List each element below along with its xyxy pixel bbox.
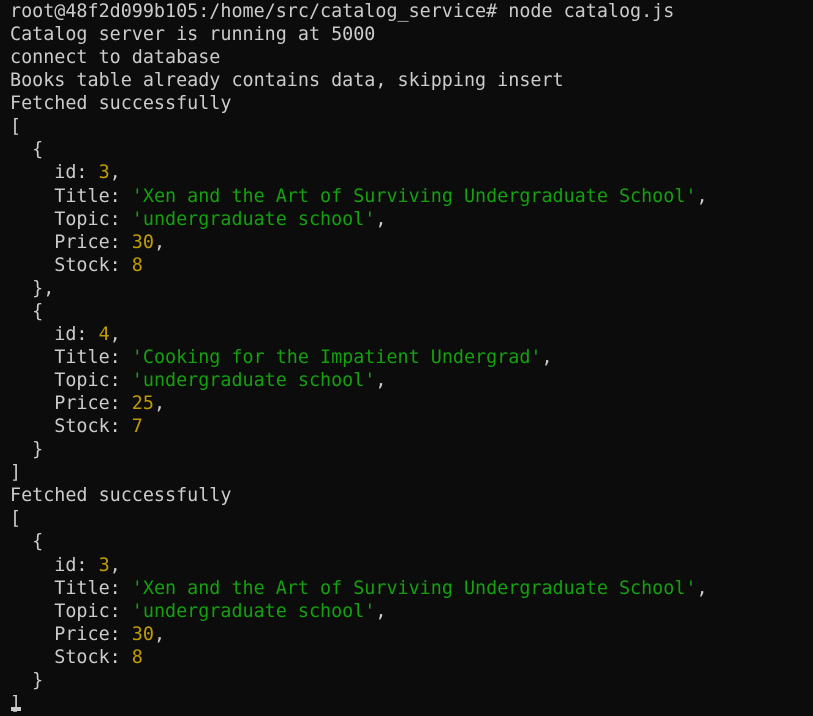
terminal-text-segment: Topic: xyxy=(10,600,132,622)
terminal-text-segment: Books table already contains data, skipp… xyxy=(10,70,564,92)
terminal-text-segment: 8 xyxy=(131,646,143,668)
terminal-line: Title: 'Xen and the Art of Surviving Und… xyxy=(10,185,813,208)
terminal-text-segment: 25 xyxy=(131,393,154,415)
terminal-text-segment: 'Xen and the Art of Surviving Undergradu… xyxy=(131,185,697,207)
terminal-line: id: 4, xyxy=(10,323,813,346)
terminal-text-segment: connect to database xyxy=(10,47,221,69)
terminal-text-segment: 7 xyxy=(131,416,143,438)
terminal-text-segment: , xyxy=(375,600,387,622)
terminal-line: [ xyxy=(10,507,813,530)
terminal-line: Stock: 8 xyxy=(10,646,813,669)
terminal-text-segment: 3 xyxy=(98,554,110,576)
terminal-line: Title: 'Cooking for the Impatient Underg… xyxy=(10,346,813,369)
terminal-text-segment: , xyxy=(541,346,553,368)
terminal-line: { xyxy=(10,138,813,161)
terminal-line: ] xyxy=(10,692,813,715)
terminal-text-segment: root@48f2d099b105:/home/src/catalog_serv… xyxy=(10,1,675,22)
terminal-line: { xyxy=(10,300,813,323)
terminal-text-segment: 3 xyxy=(98,162,110,184)
terminal-text-segment: { xyxy=(10,300,44,322)
terminal-text-segment: Title: xyxy=(10,185,132,207)
cursor-icon xyxy=(11,706,22,711)
terminal-line: { xyxy=(10,530,813,553)
terminal-output[interactable]: root@48f2d099b105:/home/src/catalog_serv… xyxy=(0,0,813,716)
terminal-line: Stock: 8 xyxy=(10,254,813,277)
terminal-text-segment: 30 xyxy=(131,623,154,645)
terminal-text-segment: { xyxy=(10,531,44,553)
terminal-line: }, xyxy=(10,277,813,300)
terminal-line: Books table already contains data, skipp… xyxy=(10,69,813,92)
terminal-line: Fetched successfully xyxy=(10,484,813,507)
terminal-text-segment: , xyxy=(375,208,387,230)
terminal-text-segment: Fetched successfully xyxy=(10,485,232,507)
terminal-text-segment: , xyxy=(109,323,121,345)
terminal-text-segment: id: xyxy=(10,162,99,184)
terminal-line: Price: 30, xyxy=(10,231,813,254)
terminal-line: Fetched successfully xyxy=(10,92,813,115)
terminal-text-segment: 30 xyxy=(131,231,154,253)
terminal-text-segment: id: xyxy=(10,323,99,345)
terminal-text-segment: Price: xyxy=(10,231,132,253)
terminal-line: Stock: 7 xyxy=(10,415,813,438)
terminal-text-segment: , xyxy=(696,185,708,207)
terminal-text-segment: Title: xyxy=(10,346,132,368)
terminal-text-segment: Price: xyxy=(10,623,132,645)
terminal-line: root@48f2d099b105:/home/src/catalog_serv… xyxy=(10,0,813,23)
terminal-text-segment: 'Xen and the Art of Surviving Undergradu… xyxy=(131,577,697,599)
terminal-text-segment: 4 xyxy=(98,323,110,345)
terminal-text-segment: , xyxy=(109,554,121,576)
terminal-line: Topic: 'undergraduate school', xyxy=(10,208,813,231)
terminal-text-segment: , xyxy=(153,393,166,415)
terminal-text-segment: Stock: xyxy=(10,646,132,668)
terminal-text-segment: ] xyxy=(10,462,22,484)
terminal-line: Price: 25, xyxy=(10,392,813,415)
terminal-text-segment: [ xyxy=(10,116,22,138)
terminal-text-segment: 'undergraduate school' xyxy=(131,370,376,391)
terminal-text-segment: , xyxy=(109,162,121,184)
terminal-text-segment: Stock: xyxy=(10,254,132,276)
terminal-text-segment: Stock: xyxy=(10,416,132,438)
terminal-text-segment: Topic: xyxy=(10,208,132,230)
terminal-text-segment: } xyxy=(10,439,44,461)
terminal-text-segment: [ xyxy=(10,508,22,530)
terminal-text-segment: , xyxy=(375,370,387,391)
terminal-text-segment: 8 xyxy=(131,254,143,276)
terminal-text-segment: id: xyxy=(10,554,99,576)
terminal-text-segment: { xyxy=(10,139,44,161)
terminal-line: Catalog server is running at 5000 xyxy=(10,23,813,46)
terminal-text-segment: Price: xyxy=(10,393,132,415)
terminal-line: } xyxy=(10,438,813,461)
terminal-line: Price: 30, xyxy=(10,623,813,646)
terminal-text-segment: Title: xyxy=(10,577,132,599)
terminal-text-segment: 'Cooking for the Impatient Undergrad' xyxy=(131,346,542,368)
terminal-text-segment: } xyxy=(10,669,44,691)
terminal-text-segment: 'undergraduate school' xyxy=(131,600,376,622)
terminal-line: id: 3, xyxy=(10,554,813,577)
terminal-text-segment: 'undergraduate school' xyxy=(131,208,376,230)
terminal-text-segment: Topic: xyxy=(10,370,132,391)
terminal-text-segment: }, xyxy=(10,277,55,299)
terminal-line: Topic: 'undergraduate school', xyxy=(10,600,813,623)
terminal-line: } xyxy=(10,669,813,692)
terminal-line: Topic: 'undergraduate school', xyxy=(10,369,813,392)
terminal-line: ] xyxy=(10,461,813,484)
terminal-line: [ xyxy=(10,115,813,138)
terminal-line: id: 3, xyxy=(10,161,813,184)
terminal-text-segment: , xyxy=(153,231,166,253)
terminal-line: Title: 'Xen and the Art of Surviving Und… xyxy=(10,577,813,600)
terminal-text-segment: , xyxy=(696,577,708,599)
terminal-line: connect to database xyxy=(10,46,813,69)
terminal-text-segment: Fetched successfully xyxy=(10,93,232,115)
terminal-text-segment: , xyxy=(153,623,166,645)
terminal-text-segment: Catalog server is running at 5000 xyxy=(10,24,376,46)
